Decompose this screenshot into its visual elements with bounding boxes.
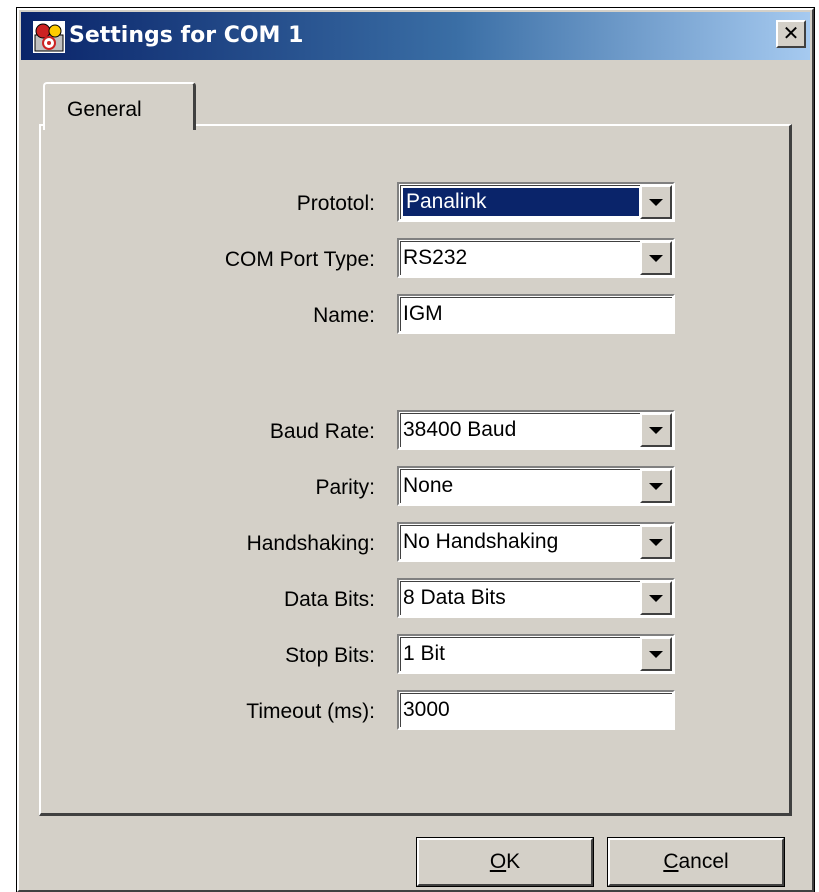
com-port-type-value: RS232	[403, 246, 468, 269]
stop-bits-dropdown-button[interactable]	[640, 637, 672, 671]
chevron-down-icon	[649, 538, 663, 546]
cancel-button[interactable]: Cancel	[607, 837, 785, 887]
close-icon: ✕	[782, 23, 800, 45]
baud-rate-label: Baud Rate:	[269, 420, 375, 443]
handshaking-label: Handshaking:	[246, 532, 375, 555]
name-label: Name:	[313, 304, 375, 327]
handshaking-dropdown-button[interactable]	[640, 525, 672, 559]
name-input[interactable]: IGM	[396, 293, 676, 335]
timeout-label: Timeout (ms):	[246, 700, 375, 723]
data-bits-select[interactable]: 8 Data Bits	[396, 577, 676, 619]
chevron-down-icon	[649, 650, 663, 658]
data-bits-label: Data Bits:	[283, 588, 375, 611]
ok-button[interactable]: OK	[416, 837, 594, 887]
chevron-down-icon	[649, 594, 663, 602]
com-port-type-select[interactable]: RS232	[396, 237, 676, 279]
data-bits-dropdown-button[interactable]	[640, 581, 672, 615]
baud-rate-dropdown-button[interactable]	[640, 413, 672, 447]
handshaking-value: No Handshaking	[403, 530, 559, 553]
chevron-down-icon	[649, 254, 663, 262]
stop-bits-value: 1 Bit	[403, 642, 446, 665]
ok-label-rest: K	[506, 850, 521, 873]
parity-label: Parity:	[315, 476, 375, 499]
chevron-down-icon	[649, 482, 663, 490]
ok-mnemonic: O	[489, 850, 507, 873]
tab-general-label: General	[67, 98, 142, 121]
protocol-select[interactable]: Panalink	[396, 181, 676, 223]
settings-app-icon	[33, 21, 65, 53]
baud-rate-value: 38400 Baud	[403, 418, 517, 441]
baud-rate-select[interactable]: 38400 Baud	[396, 409, 676, 451]
dialog-title: Settings for COM 1	[69, 23, 304, 48]
handshaking-select[interactable]: No Handshaking	[396, 521, 676, 563]
protocol-dropdown-button[interactable]	[640, 185, 672, 219]
parity-dropdown-button[interactable]	[640, 469, 672, 503]
parity-select[interactable]: None	[396, 465, 676, 507]
close-button[interactable]: ✕	[776, 20, 806, 48]
chevron-down-icon	[649, 426, 663, 434]
name-value: IGM	[403, 302, 443, 325]
tab-general[interactable]: General	[43, 82, 196, 130]
com-port-type-label: COM Port Type:	[224, 248, 375, 271]
title-bar[interactable]: Settings for COM 1 ✕	[21, 12, 810, 60]
protocol-value: Panalink	[403, 188, 639, 216]
stop-bits-label: Stop Bits:	[285, 644, 375, 667]
cancel-label-rest: ancel	[678, 850, 729, 873]
cancel-mnemonic: C	[663, 850, 679, 873]
timeout-value: 3000	[403, 698, 450, 721]
parity-value: None	[403, 474, 454, 497]
chevron-down-icon	[649, 198, 663, 206]
com-port-type-dropdown-button[interactable]	[640, 241, 672, 275]
settings-dialog: Settings for COM 1 ✕ General Prototol: P…	[16, 7, 815, 892]
data-bits-value: 8 Data Bits	[403, 586, 506, 609]
protocol-label: Prototol:	[296, 192, 375, 215]
timeout-input[interactable]: 3000	[396, 689, 676, 731]
stop-bits-select[interactable]: 1 Bit	[396, 633, 676, 675]
